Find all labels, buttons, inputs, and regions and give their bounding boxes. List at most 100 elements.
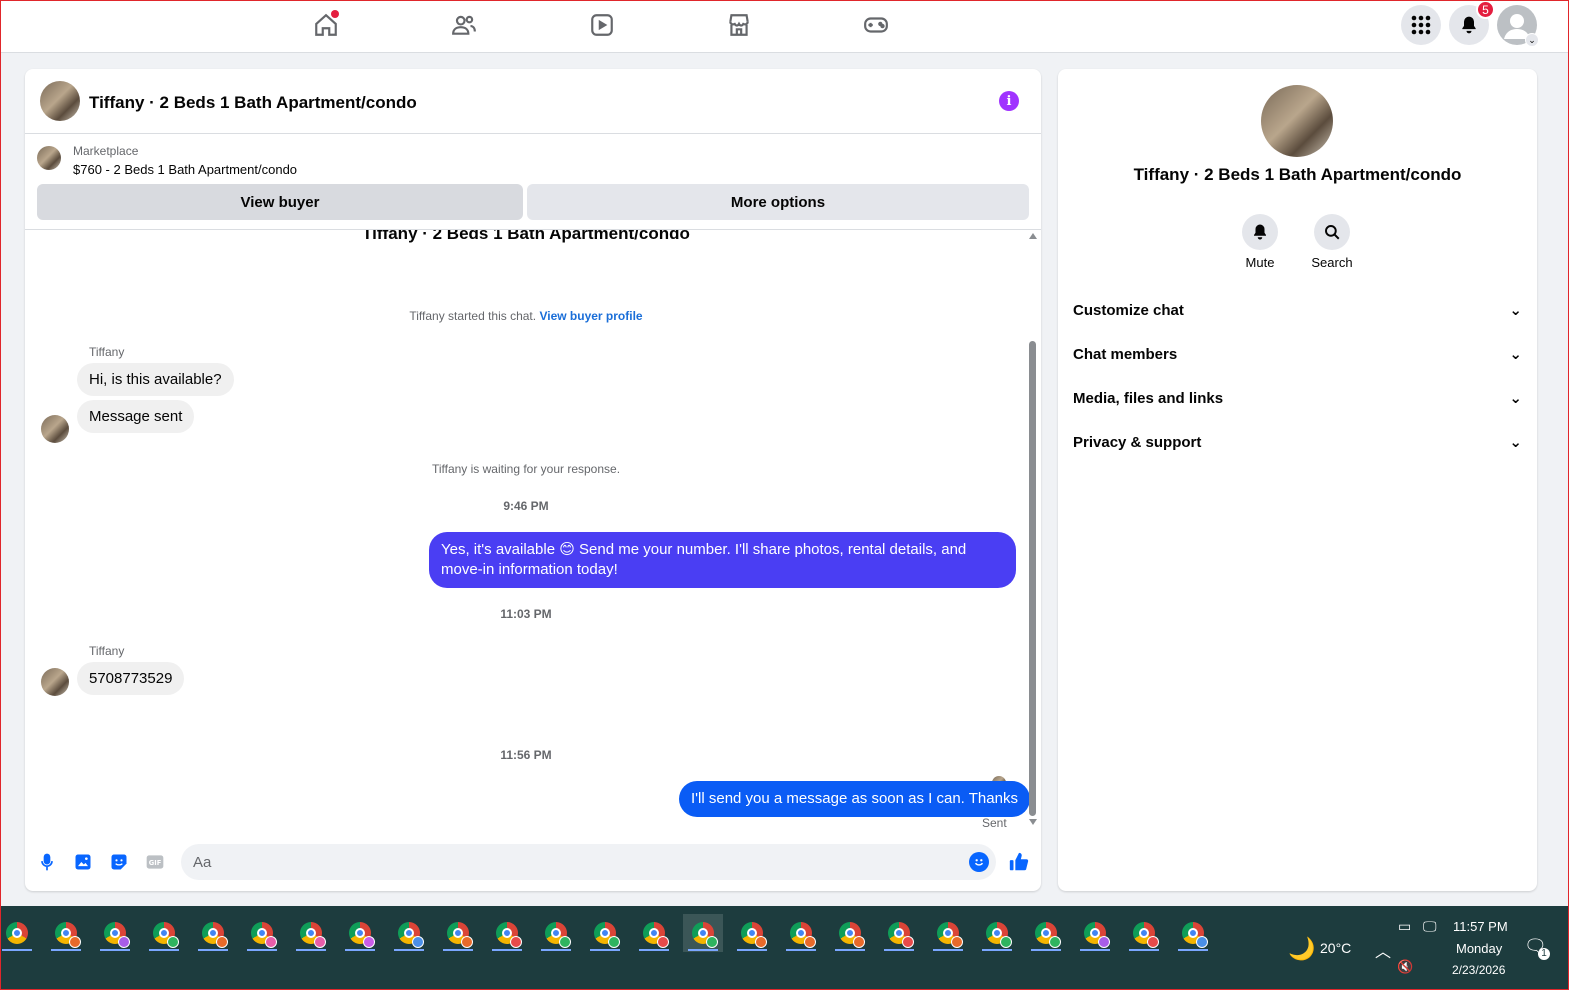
profile-badge-icon <box>559 936 571 948</box>
chrome-taskbar-button[interactable] <box>291 914 331 952</box>
mute-label: Mute <box>1245 255 1275 270</box>
chrome-taskbar-button[interactable] <box>438 914 478 952</box>
chrome-taskbar-button[interactable] <box>1026 914 1066 952</box>
sender-avatar[interactable] <box>41 415 69 443</box>
chrome-taskbar-button[interactable] <box>1124 914 1164 952</box>
microphone-icon[interactable] <box>36 851 58 873</box>
sender-name: Tiffany <box>89 644 125 658</box>
section-label: Media, files and links <box>1073 389 1224 407</box>
chrome-taskbar-button[interactable] <box>1075 914 1115 952</box>
clock-day[interactable]: Monday <box>1456 941 1502 956</box>
running-indicator <box>443 949 473 951</box>
menu-grid-button[interactable] <box>1401 5 1441 45</box>
chat-info-panel: Tiffany · 2 Beds 1 Bath Apartment/condo … <box>1058 69 1537 891</box>
listing-thumbnail[interactable] <box>37 146 61 170</box>
running-indicator <box>149 949 179 951</box>
chat-started-notice: Tiffany started this chat. View buyer pr… <box>25 309 1027 323</box>
search-button[interactable]: Search <box>1302 214 1362 270</box>
volume-muted-icon[interactable]: 🔇 <box>1397 959 1413 975</box>
profile-badge-icon <box>1196 936 1208 948</box>
chrome-taskbar-button[interactable] <box>928 914 968 952</box>
chrome-taskbar-button[interactable] <box>95 914 135 952</box>
marketplace-label: Marketplace <box>73 144 139 158</box>
outgoing-message[interactable]: I'll send you a message as soon as I can… <box>679 781 1030 817</box>
home-icon[interactable] <box>311 10 341 40</box>
profile-badge-icon <box>902 936 914 948</box>
weather-moon-icon[interactable]: 🌙 <box>1288 936 1315 962</box>
chrome-taskbar-button[interactable] <box>487 914 527 952</box>
photo-icon[interactable] <box>72 851 94 873</box>
incoming-message[interactable]: 5708773529 <box>77 662 185 695</box>
profile-badge-icon <box>853 936 865 948</box>
chrome-taskbar-button[interactable] <box>340 914 380 952</box>
meet-now-icon[interactable]: ▭ <box>1398 918 1411 935</box>
running-indicator <box>541 949 571 951</box>
chrome-icon <box>692 922 718 948</box>
thumbs-up-icon[interactable] <box>1007 850 1031 874</box>
outgoing-message[interactable]: Yes, it's available 😊 Send me your numbe… <box>429 532 1016 588</box>
friends-icon[interactable] <box>449 10 479 40</box>
chrome-taskbar-button[interactable] <box>46 914 86 952</box>
message-list: Tiffany · 2 Beds 1 Bath Apartment/condo … <box>25 230 1041 830</box>
chevron-down-icon: ⌄ <box>1509 390 1522 407</box>
mute-button[interactable]: Mute <box>1230 214 1290 270</box>
more-options-button[interactable]: More options <box>527 184 1029 220</box>
notifications-button[interactable]: 5 <box>1449 0 1495 45</box>
chrome-taskbar-button[interactable] <box>1173 914 1213 952</box>
video-icon[interactable] <box>587 10 617 40</box>
marketplace-icon[interactable] <box>724 10 754 40</box>
chrome-taskbar-button[interactable] <box>585 914 625 952</box>
chat-avatar[interactable] <box>40 81 80 121</box>
chevron-down-icon: ⌄ <box>1509 434 1522 451</box>
chrome-icon <box>104 922 130 948</box>
gaming-icon[interactable] <box>861 10 891 40</box>
sticker-icon[interactable] <box>108 851 130 873</box>
view-buyer-button[interactable]: View buyer <box>37 184 523 220</box>
chrome-taskbar-button[interactable] <box>830 914 870 952</box>
account-avatar-button[interactable]: ⌄ <box>1497 5 1539 47</box>
search-icon <box>1325 225 1340 240</box>
scroll-up-arrow[interactable] <box>1029 233 1037 239</box>
chrome-taskbar-button[interactable] <box>977 914 1017 952</box>
chat-panel: Tiffany · 2 Beds 1 Bath Apartment/condo … <box>25 69 1041 891</box>
profile-avatar[interactable] <box>1261 85 1333 157</box>
network-icon[interactable]: 🖵 <box>1423 918 1437 935</box>
clock-time[interactable]: 11:57 PM <box>1453 919 1508 934</box>
chrome-taskbar-button[interactable] <box>389 914 429 952</box>
chrome-icon <box>6 922 28 944</box>
listing-title[interactable]: $760 - 2 Beds 1 Bath Apartment/condo <box>73 162 297 177</box>
scroll-down-arrow[interactable] <box>1029 819 1037 825</box>
scroll-thumb[interactable] <box>1029 341 1036 816</box>
message-scrollbar[interactable] <box>1028 233 1037 825</box>
chrome-taskbar-button[interactable] <box>536 914 576 952</box>
chrome-taskbar-button[interactable] <box>242 914 282 952</box>
clock-date[interactable]: 2/23/2026 <box>1452 963 1505 977</box>
media-files-links-section[interactable]: Media, files and links ⌄ <box>1073 380 1522 416</box>
chrome-taskbar-button[interactable] <box>0 914 37 952</box>
chrome-taskbar-button[interactable] <box>144 914 184 952</box>
incoming-message[interactable]: Message sent <box>77 400 195 433</box>
message-input[interactable] <box>181 844 996 880</box>
info-icon[interactable]: i <box>999 91 1019 111</box>
weather-temperature[interactable]: 20°C <box>1320 940 1351 956</box>
running-indicator <box>1129 949 1159 951</box>
chrome-taskbar-button[interactable] <box>781 914 821 952</box>
chat-title[interactable]: Tiffany · 2 Beds 1 Bath Apartment/condo <box>89 93 417 113</box>
chrome-taskbar-button[interactable] <box>683 914 723 952</box>
customize-chat-section[interactable]: Customize chat ⌄ <box>1073 292 1522 328</box>
incoming-message[interactable]: Hi, is this available? <box>77 363 234 396</box>
chrome-icon <box>1133 922 1159 948</box>
sender-avatar[interactable] <box>41 668 69 696</box>
chrome-taskbar-button[interactable] <box>879 914 919 952</box>
chat-members-section[interactable]: Chat members ⌄ <box>1073 336 1522 372</box>
chrome-taskbar-button[interactable] <box>732 914 772 952</box>
gif-icon[interactable]: GIF <box>144 851 166 873</box>
chevron-up-icon[interactable]: ︿ <box>1375 938 1391 962</box>
chrome-taskbar-button[interactable] <box>193 914 233 952</box>
info-title: Tiffany · 2 Beds 1 Bath Apartment/condo <box>1133 165 1462 184</box>
view-buyer-profile-link[interactable]: View buyer profile <box>539 309 642 323</box>
chrome-taskbar-button[interactable] <box>634 914 674 952</box>
running-indicator <box>100 949 130 951</box>
privacy-support-section[interactable]: Privacy & support ⌄ <box>1073 424 1522 460</box>
emoji-icon[interactable] <box>969 852 989 872</box>
